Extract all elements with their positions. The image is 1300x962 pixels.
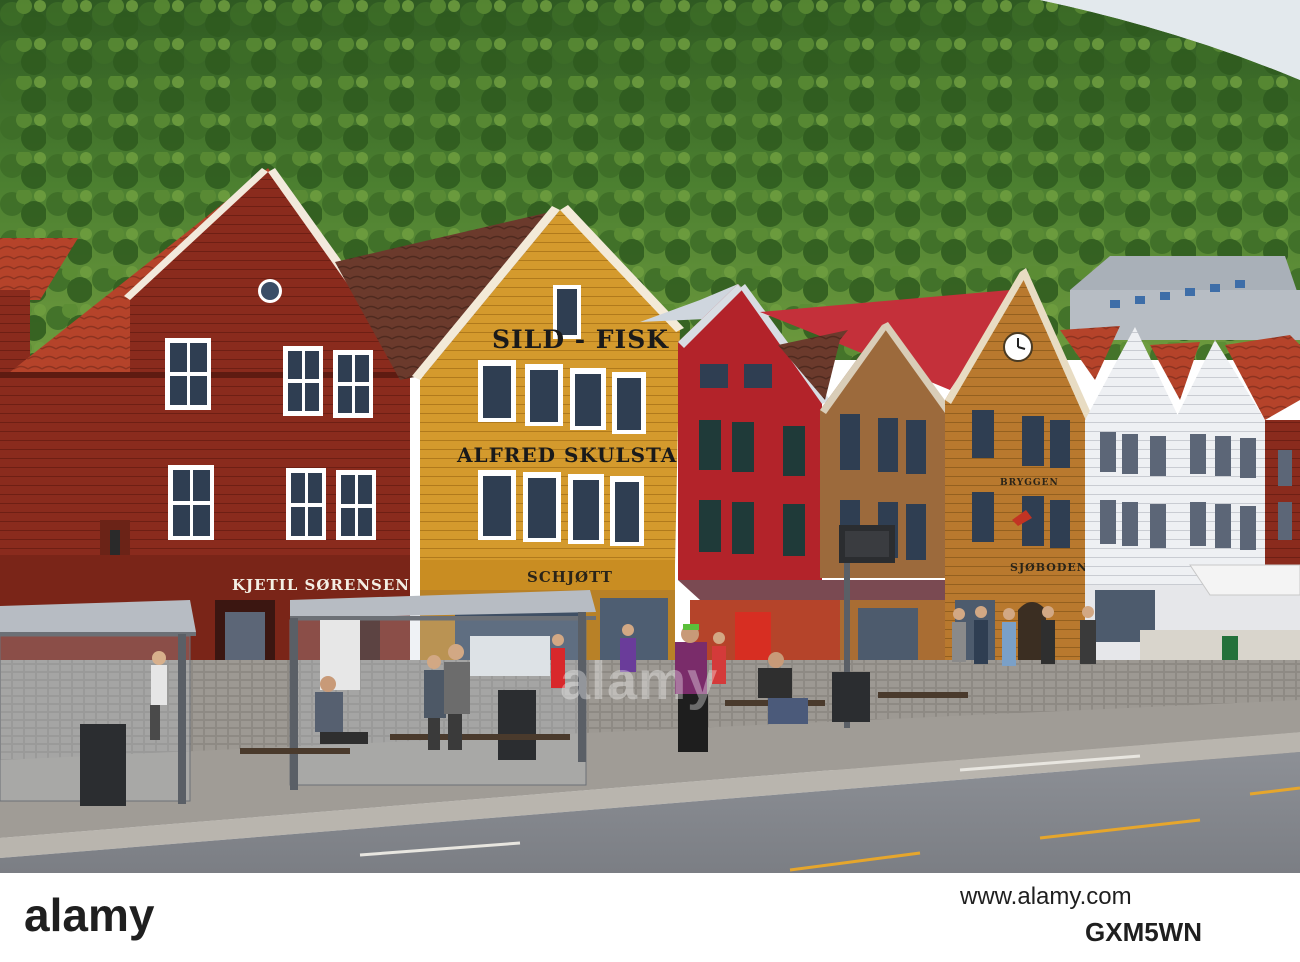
sign-sjoboden: SJØBODEN xyxy=(1010,561,1088,574)
watermark-overlay: alamy xyxy=(560,651,719,711)
alamy-logo: alamy xyxy=(24,889,155,941)
image-id: GXM5WN xyxy=(1085,917,1202,947)
sign-alfred-skulstad: ALFRED SKULSTAD xyxy=(456,443,696,467)
sign-schjott: SCHJØTT xyxy=(527,568,613,586)
watermark-url: www.alamy.com xyxy=(960,883,1132,910)
svg-text:alamy: alamy xyxy=(24,889,155,941)
sign-bryggen: BRYGGEN xyxy=(1000,478,1059,488)
sign-sild-fisk: SILD - FISK xyxy=(492,325,669,354)
sign-kjetil-sorensen: KJETIL SØRENSEN xyxy=(232,576,410,594)
bryggen-photo: KJETIL SØRENSEN SILD - FISK ALFRED SKULS… xyxy=(0,0,1300,873)
stock-banner: alamy www.alamy.com GXM5WN xyxy=(0,873,1300,962)
